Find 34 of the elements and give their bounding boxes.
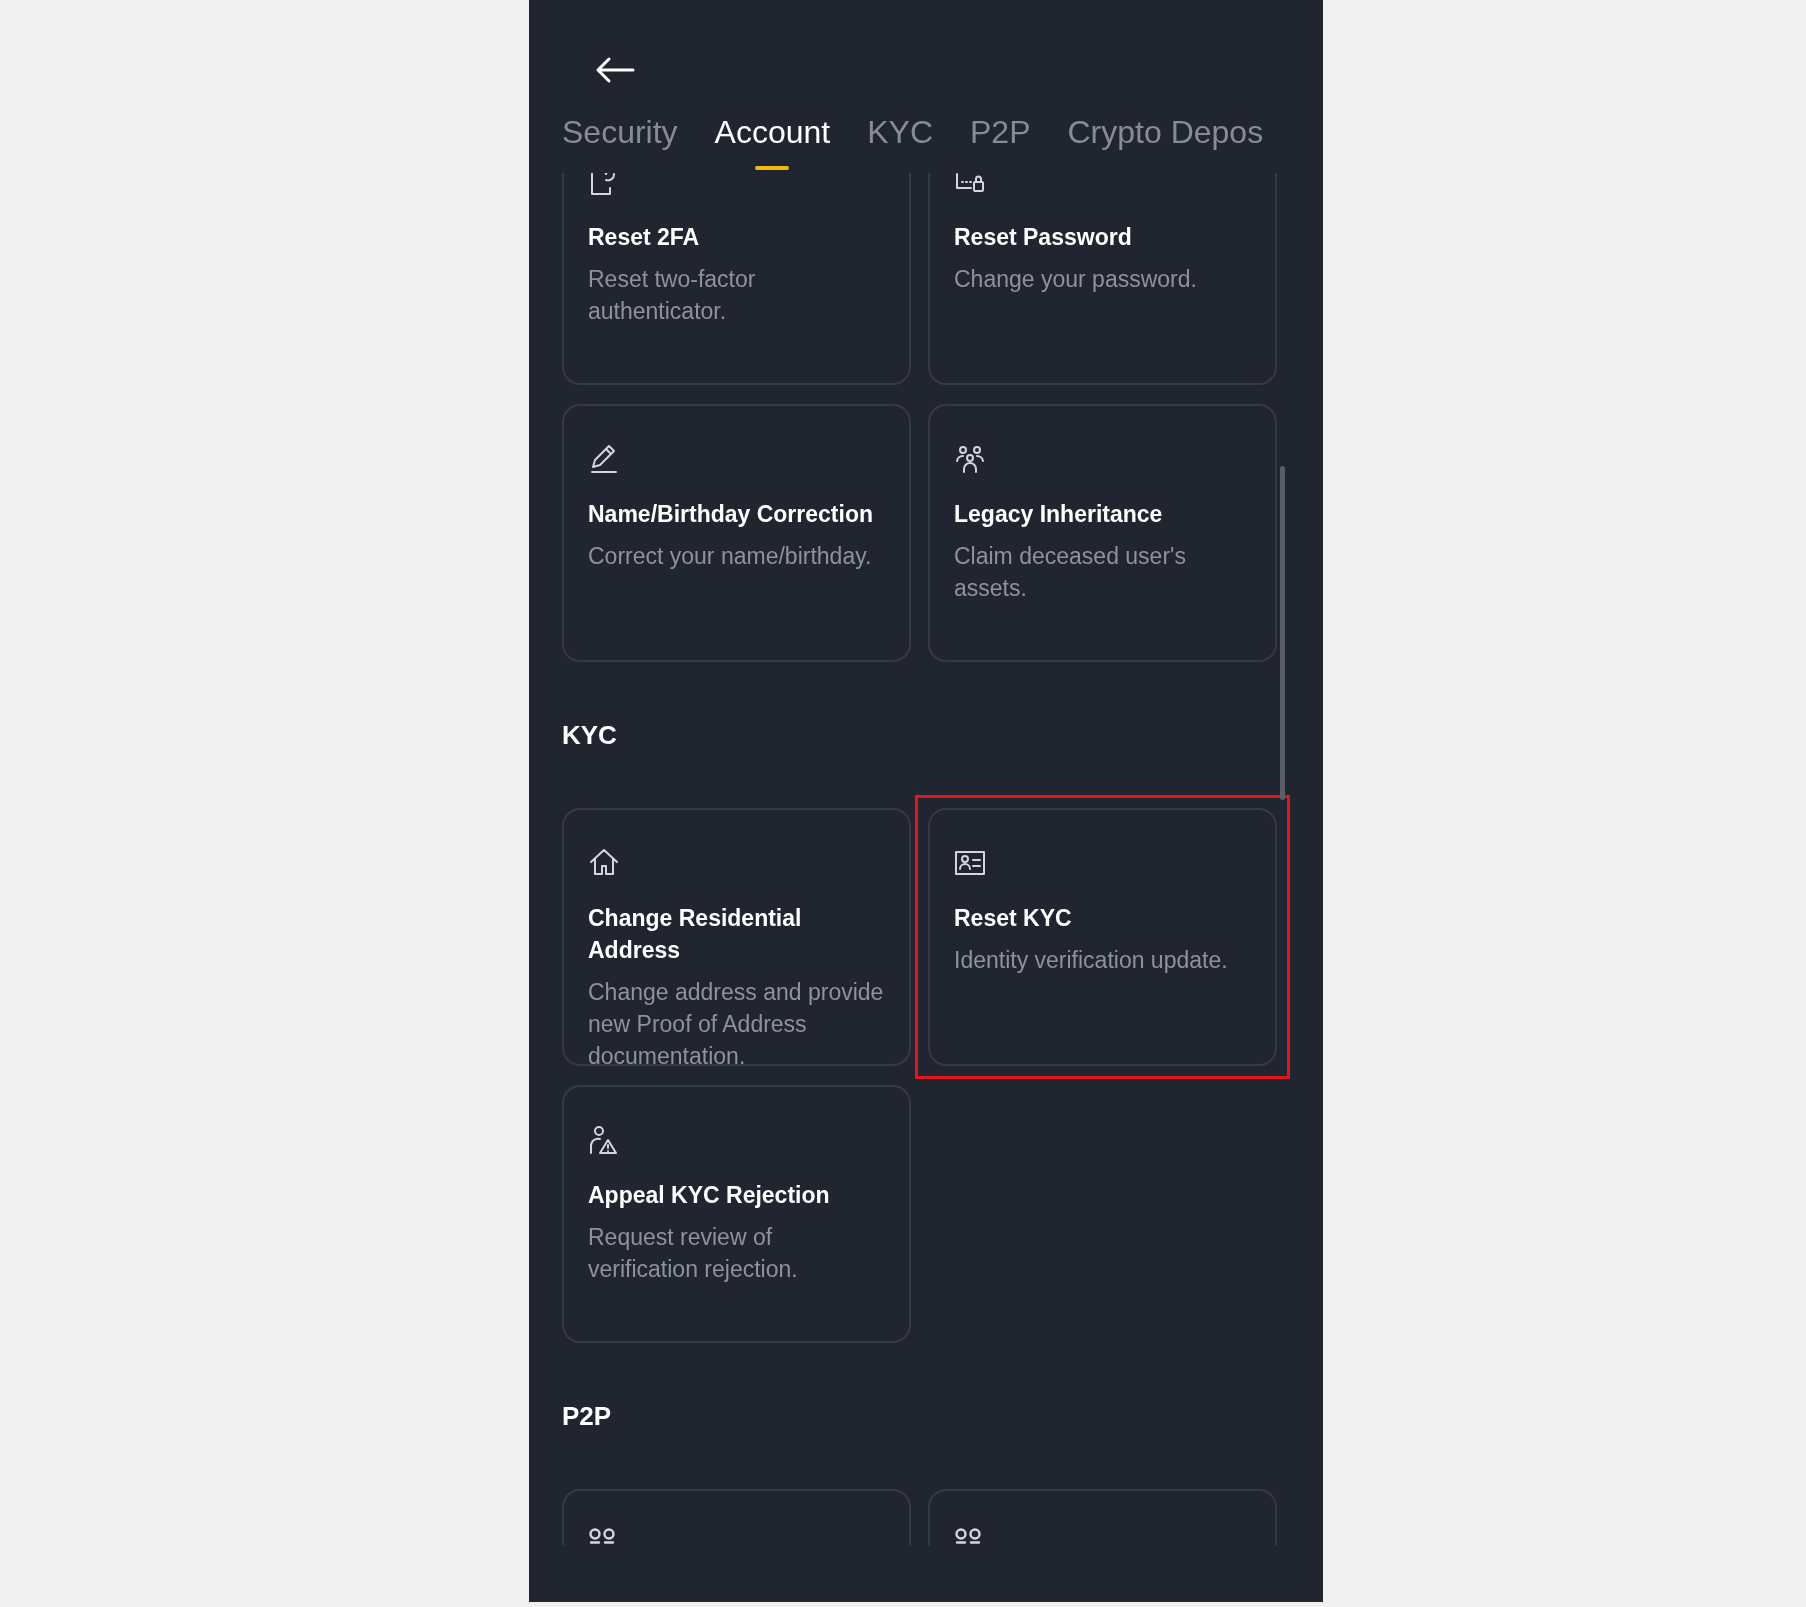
card-title: Name/Birthday Correction — [588, 500, 874, 529]
tab[interactable]: KYC — [867, 110, 933, 170]
card-title: Change Residential Address — [588, 904, 803, 965]
option-card[interactable]: Reset 2FA Reset two-factor authenticator. — [562, 173, 911, 385]
card-title: Legacy Inheritance — [954, 500, 1164, 529]
option-card[interactable]: Reset Password Change your password. — [928, 173, 1277, 385]
option-card[interactable]: Legacy Inheritance Claim deceased user's assets. — [928, 404, 1277, 662]
option-card[interactable]: Name/Birthday Correction Correct your name/birthday. — [562, 404, 911, 662]
section-heading: KYC — [562, 719, 618, 752]
tab[interactable]: P2P — [970, 110, 1031, 170]
option-card[interactable]: Appeal KYC Rejection Request review of verification rejection. — [562, 1085, 911, 1343]
card-title: Reset KYC — [954, 904, 1073, 933]
card-title: Reset Password — [954, 223, 1133, 252]
tab[interactable]: Crypto Depos — [1067, 110, 1264, 170]
section-heading: P2P — [562, 1400, 613, 1433]
two-circles-icon — [588, 1528, 616, 1544]
scrollbar[interactable] — [1280, 466, 1285, 800]
two-circles-icon — [954, 1528, 982, 1544]
card-description: Claim deceased user's assets. — [954, 542, 1187, 603]
card-description: Request review of verification rejection. — [588, 1223, 799, 1284]
card-description: Identity verification update. — [954, 946, 1229, 975]
user-warning-icon — [588, 1124, 620, 1156]
tab[interactable]: Account — [714, 110, 831, 170]
card-title: Reset 2FA — [588, 223, 701, 252]
option-card[interactable]: Reset KYC Identity verification update. — [928, 808, 1277, 1066]
card-title: Appeal KYC Rejection — [588, 1181, 831, 1210]
people-group-icon — [954, 443, 986, 475]
card-description: Reset two-factor authenticator. — [588, 265, 757, 326]
back-arrow-icon[interactable] — [595, 56, 635, 84]
pencil-icon — [588, 443, 620, 475]
card-description: Correct your name/birthday. — [588, 542, 873, 571]
option-card[interactable]: Change Residential Address Change address and provide new Proof of Address documentation. — [562, 808, 911, 1066]
tab[interactable]: Security — [562, 110, 678, 170]
card-description: Change your password. — [954, 265, 1198, 294]
